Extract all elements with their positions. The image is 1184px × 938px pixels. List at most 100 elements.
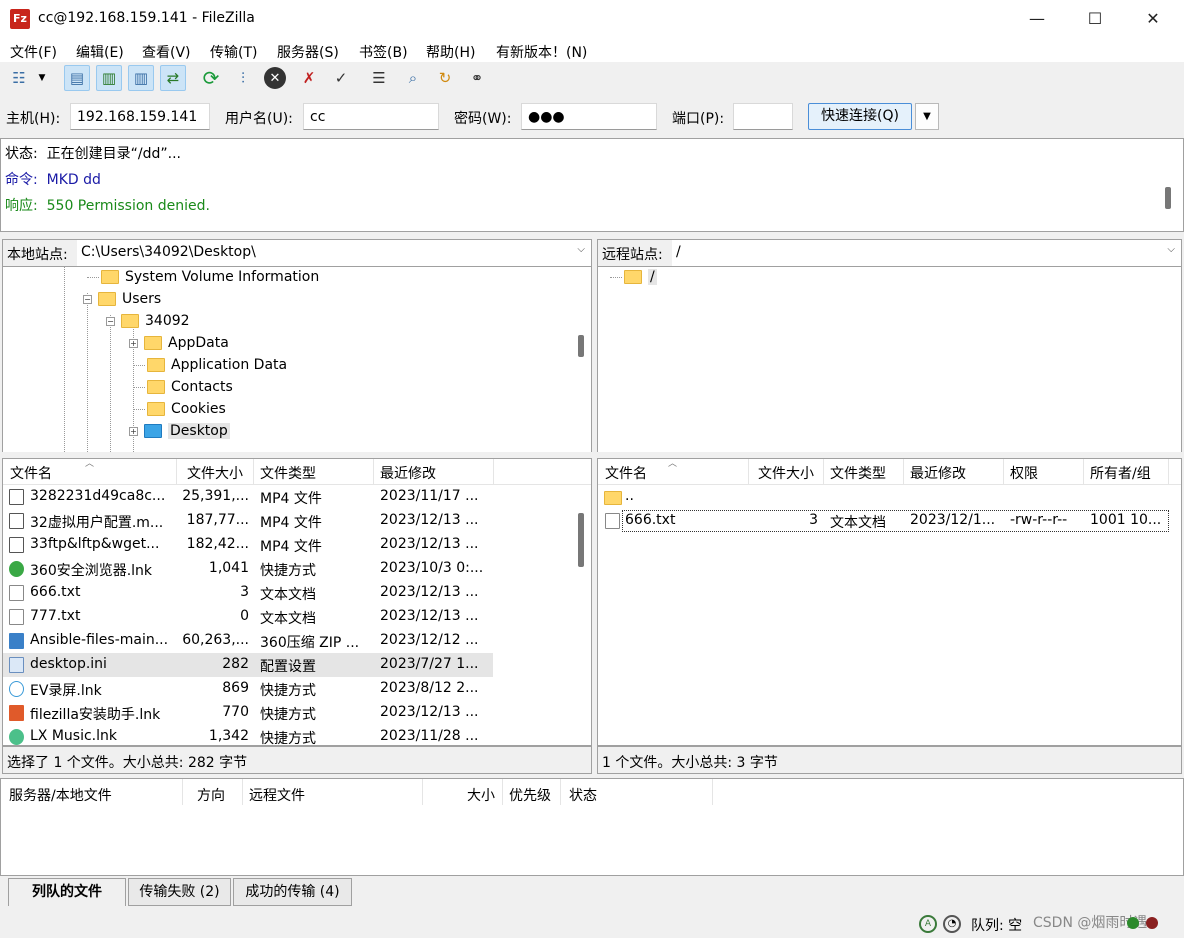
column-divider[interactable]	[823, 459, 824, 485]
minimize-button[interactable]: —	[1008, 0, 1066, 38]
column-divider[interactable]	[176, 459, 177, 485]
column-filename[interactable]: 文件名	[605, 463, 647, 483]
tree-node-desktop[interactable]: + Desktop	[129, 423, 230, 439]
column-divider[interactable]	[903, 459, 904, 485]
table-row[interactable]: EV录屏.lnk 869 快捷方式 2023/8/12 2...	[3, 677, 493, 701]
password-input[interactable]	[521, 103, 657, 130]
queue-col-priority[interactable]: 优先级	[509, 785, 551, 805]
column-divider[interactable]	[182, 779, 183, 805]
column-owner[interactable]: 所有者/组	[1090, 463, 1151, 483]
remote-directory-tree[interactable]: /	[597, 267, 1182, 452]
table-row[interactable]: LX Music.lnk 1,342 快捷方式 2023/11/28 ...	[3, 725, 493, 745]
table-row[interactable]: 3282231d49ca8c... 25,391,... MP4 文件 2023/11…	[3, 485, 493, 509]
tree-node-users[interactable]: − Users	[83, 291, 161, 307]
column-divider[interactable]	[560, 779, 561, 805]
reconnect-icon[interactable]: ✓	[328, 65, 354, 91]
queue-col-status[interactable]: 状态	[569, 785, 597, 805]
column-permissions[interactable]: 权限	[1010, 463, 1038, 483]
column-filetype[interactable]: 文件类型	[260, 463, 316, 483]
remote-file-list[interactable]: 文件名 ︿ 文件大小 文件类型 最近修改 权限 所有者/组 .. 666.txt…	[597, 458, 1182, 746]
column-filesize[interactable]: 文件大小	[187, 463, 243, 483]
column-divider[interactable]	[422, 779, 423, 805]
disconnect-icon[interactable]: ✗	[296, 65, 322, 91]
toggle-transfer-queue-icon[interactable]: ⇄	[160, 65, 186, 91]
tree-node-cookies[interactable]: Cookies	[133, 401, 226, 417]
local-directory-tree[interactable]: System Volume Information − Users −34092 …	[2, 267, 592, 452]
menu-new-version[interactable]: 有新版本！(N)	[496, 42, 587, 62]
toggle-message-log-icon[interactable]: ▤	[64, 65, 90, 91]
tab-successful-transfers[interactable]: 成功的传输 (4)	[233, 878, 352, 906]
queue-col-direction[interactable]: 方向	[197, 785, 225, 805]
tree-node-system-volume[interactable]: System Volume Information	[87, 269, 319, 285]
host-input[interactable]	[70, 103, 210, 130]
remote-path-combobox[interactable]: / ⌵	[672, 240, 1181, 266]
search-remote-files-icon[interactable]: ⚭	[464, 65, 490, 91]
column-divider[interactable]	[502, 779, 503, 805]
column-modified[interactable]: 最近修改	[910, 463, 966, 483]
menu-bookmarks[interactable]: 书签(B)	[359, 42, 408, 62]
expand-icon[interactable]: +	[129, 338, 138, 348]
refresh-icon[interactable]: ⟳	[198, 65, 224, 91]
filename-filter-search-icon[interactable]: ⌕	[400, 65, 426, 91]
cancel-operation-icon[interactable]: ✕	[262, 65, 288, 91]
toggle-local-tree-icon[interactable]: ▥	[96, 65, 122, 91]
port-input[interactable]	[733, 103, 793, 130]
column-filename[interactable]: 文件名	[10, 463, 52, 483]
directory-listing-filters-icon[interactable]: ☰	[366, 65, 392, 91]
menu-server[interactable]: 服务器(S)	[277, 42, 339, 62]
maximize-button[interactable]: ☐	[1066, 0, 1124, 38]
table-row[interactable]: 33ftp&lftp&wget... 182,42... MP4 文件 2023/12…	[3, 533, 493, 557]
tree-node-contacts[interactable]: Contacts	[133, 379, 233, 395]
queue-col-server-local[interactable]: 服务器/本地文件	[9, 785, 112, 805]
table-row[interactable]: filezilla安装助手.lnk 770 快捷方式 2023/12/13 ...	[3, 701, 493, 725]
column-divider[interactable]	[748, 459, 749, 485]
site-manager-dropdown-icon[interactable]: ▼	[34, 65, 50, 91]
table-row[interactable]: 666.txt 3 文本文档 2023/12/1... -rw-r--r-- 1…	[598, 509, 1170, 533]
tree-node-root[interactable]: /	[610, 269, 657, 285]
tree-node-application-data[interactable]: Application Data	[133, 357, 287, 373]
queue-col-size[interactable]: 大小	[467, 785, 495, 805]
table-row[interactable]: 32虚拟用户配置.m... 187,77... MP4 文件 2023/12/13 .…	[3, 509, 493, 533]
local-path-combobox[interactable]: C:\Users\34092\Desktop\ ⌵	[77, 240, 591, 266]
menu-help[interactable]: 帮助(H)	[426, 42, 475, 62]
process-queue-icon[interactable]: ⫶	[230, 65, 256, 91]
speed-limit-icon[interactable]: ◔	[943, 915, 961, 933]
column-divider[interactable]	[373, 459, 374, 485]
expand-icon[interactable]: +	[129, 426, 138, 436]
quickconnect-button[interactable]: 快速连接(Q)	[808, 103, 912, 130]
menu-file[interactable]: 文件(F)	[10, 42, 57, 62]
toggle-remote-tree-icon[interactable]: ▥	[128, 65, 154, 91]
column-filesize[interactable]: 文件大小	[758, 463, 814, 483]
column-divider[interactable]	[1168, 459, 1169, 485]
menu-edit[interactable]: 编辑(E)	[76, 42, 124, 62]
close-button[interactable]: ✕	[1124, 0, 1182, 38]
table-row[interactable]: 666.txt 3 文本文档 2023/12/13 ...	[3, 581, 493, 605]
tab-queued-files[interactable]: 列队的文件	[8, 878, 126, 906]
local-tree-scrollbar[interactable]	[578, 335, 584, 357]
menu-transfer[interactable]: 传输(T)	[210, 42, 257, 62]
column-divider[interactable]	[493, 459, 494, 485]
queue-col-remote-file[interactable]: 远程文件	[249, 785, 305, 805]
local-list-scrollbar[interactable]	[578, 513, 584, 567]
table-row[interactable]: 777.txt 0 文本文档 2023/12/13 ...	[3, 605, 493, 629]
site-manager-icon[interactable]: ☷	[6, 65, 32, 91]
table-row[interactable]: 360安全浏览器.lnk 1,041 快捷方式 2023/10/3 0:...	[3, 557, 493, 581]
collapse-icon[interactable]: −	[83, 294, 92, 304]
remote-parent-row[interactable]: ..	[598, 485, 1181, 509]
quickconnect-history-dropdown[interactable]: ▼	[915, 103, 939, 130]
tree-node-appdata[interactable]: + AppData	[129, 335, 229, 351]
sync-browsing-icon[interactable]: ↻	[432, 65, 458, 91]
table-row[interactable]: desktop.ini 282 配置设置 2023/7/27 1...	[3, 653, 493, 677]
username-input[interactable]	[303, 103, 439, 130]
column-divider[interactable]	[712, 779, 713, 805]
column-divider[interactable]	[1083, 459, 1084, 485]
column-divider[interactable]	[253, 459, 254, 485]
collapse-icon[interactable]: −	[106, 316, 115, 326]
tree-node-user-dir[interactable]: −34092	[106, 313, 190, 329]
column-divider[interactable]	[1003, 459, 1004, 485]
local-file-list[interactable]: 文件名 ︿ 文件大小 文件类型 最近修改 3282231d49ca8c... 25…	[2, 458, 592, 746]
column-modified[interactable]: 最近修改	[380, 463, 436, 483]
column-divider[interactable]	[242, 779, 243, 805]
table-row[interactable]: Ansible-files-main... 60,263,... 360压缩 ZIP…	[3, 629, 493, 653]
column-filetype[interactable]: 文件类型	[830, 463, 886, 483]
